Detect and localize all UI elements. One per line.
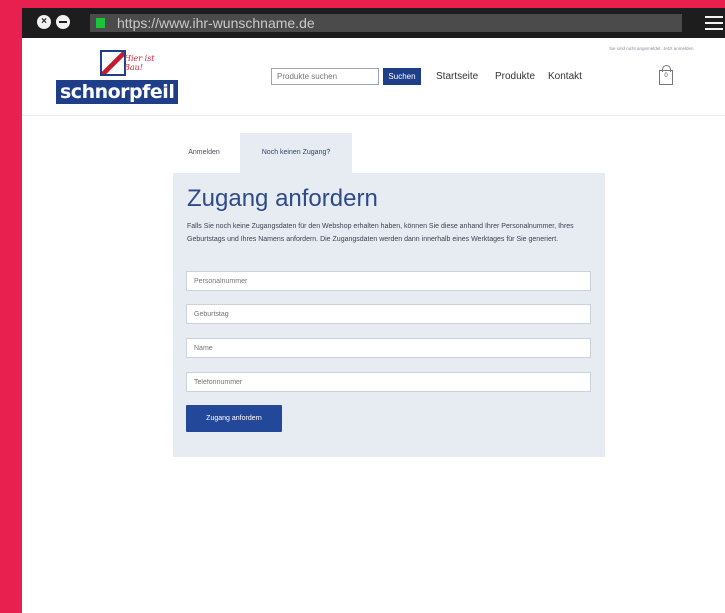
form-description: Falls Sie noch keine Zugangsdaten für de… (187, 223, 574, 243)
browser-window: × https://www.ihr-wunschname.de Hier ist… (22, 8, 725, 613)
close-icon: × (41, 16, 47, 27)
secure-lock-icon (96, 18, 105, 28)
form-title: Zugang anfordern (187, 185, 378, 212)
hamburger-menu-icon[interactable] (705, 16, 723, 30)
request-access-panel: Zugang anfordern Falls Sie noch keine Zu… (173, 173, 605, 457)
nav-home[interactable]: Startseite (436, 71, 478, 82)
nav-contact[interactable]: Kontakt (548, 71, 582, 82)
browser-titlebar: × https://www.ihr-wunschname.de (22, 8, 725, 38)
search-button[interactable]: Suchen (383, 68, 421, 85)
address-bar[interactable]: https://www.ihr-wunschname.de (90, 14, 682, 32)
site-logo[interactable]: Hier ist Bau! schnorpfeil (56, 50, 179, 108)
phone-field[interactable] (186, 372, 591, 392)
personnel-number-field[interactable] (186, 271, 591, 291)
request-access-button[interactable]: Zugang anfordern (186, 405, 282, 432)
logo-slogan: Hier ist Bau! (124, 54, 155, 72)
name-field[interactable] (186, 338, 591, 358)
nav-products[interactable]: Produkte (495, 71, 535, 82)
birthday-field[interactable] (186, 304, 591, 324)
header-divider (22, 115, 725, 116)
tab-login[interactable]: Anmelden (173, 133, 235, 173)
close-window-button[interactable]: × (37, 15, 51, 29)
shopping-bag-icon[interactable]: 0 (659, 65, 673, 85)
tab-request-access[interactable]: Noch keinen Zugang? (240, 133, 352, 173)
minimize-window-button[interactable] (56, 15, 70, 29)
account-status-link[interactable]: Sie sind nicht angemeldet. Jetzt anmelde… (609, 46, 694, 51)
cart-count: 0 (664, 73, 668, 79)
url-text: https://www.ihr-wunschname.de (117, 15, 315, 31)
logo-wordmark: schnorpfeil (56, 80, 179, 104)
product-search-input[interactable] (271, 68, 379, 85)
minus-icon (59, 21, 67, 23)
logo-flag-icon (100, 50, 126, 76)
